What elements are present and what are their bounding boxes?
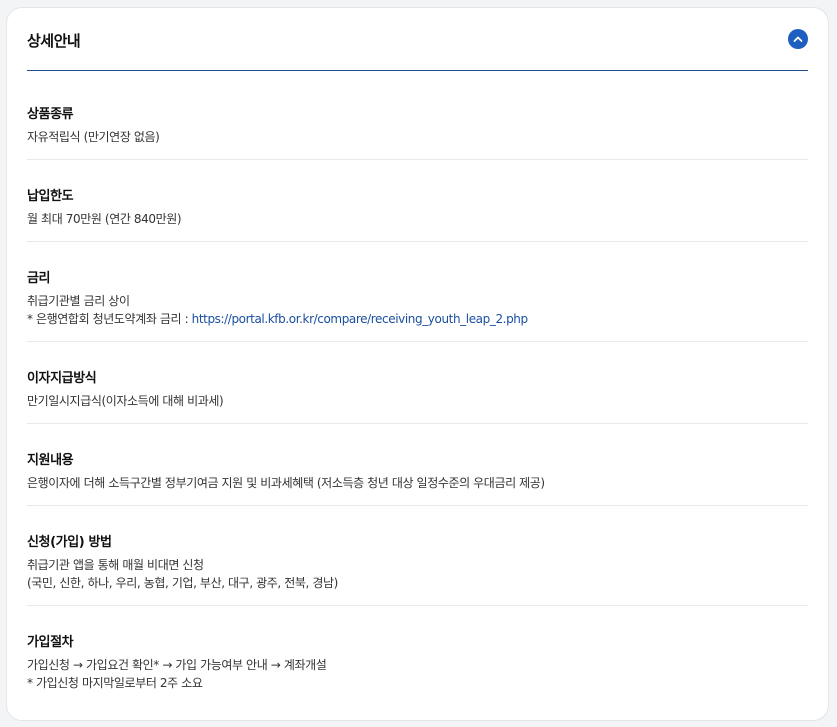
chevron-up-icon [793,36,803,42]
collapse-toggle-button[interactable] [788,29,808,49]
detail-sections: 상품종류 자유적립식 (만기연장 없음) 납입한도 월 최대 70만원 (연간 … [27,70,808,716]
section-text: 만기일시지급식(이자소득에 대해 비과세) [27,394,224,408]
detail-info-header: 상세안내 [27,8,808,71]
section-title: 지원내용 [27,453,74,468]
section-text: 가입신청 → 가입요건 확인* → 가입 가능여부 안내 → 계좌개설 [27,658,327,672]
section-title: 신청(가입) 방법 [27,535,112,550]
section-text: 월 최대 70만원 (연간 840만원) [27,212,182,226]
section-title: 상품종류 [27,107,74,122]
section-title: 이자지급방식 [27,371,97,386]
section-text: * 가입신청 마지막일로부터 2주 소요 [27,676,203,690]
section-application-method: 신청(가입) 방법 취급기관 앱을 통해 매월 비대면 신청 (국민, 신한, … [27,506,808,606]
section-payment-limit: 납입한도 월 최대 70만원 (연간 840만원) [27,160,808,242]
section-text: 취급기관 앱을 통해 매월 비대면 신청 [27,558,204,572]
section-support: 지원내용 은행이자에 더해 소득구간별 정부기여금 지원 및 비과세혜택 (저소… [27,424,808,506]
section-text: 은행이자에 더해 소득구간별 정부기여금 지원 및 비과세혜택 (저소득층 청년… [27,476,545,490]
section-text: 취급기관별 금리 상이 [27,294,130,308]
detail-info-card: 상세안내 상품종류 자유적립식 (만기연장 없음) 납입한도 월 최대 70만원… [6,7,829,721]
section-text: (국민, 신한, 하나, 우리, 농협, 기업, 부산, 대구, 광주, 전북,… [27,576,338,590]
section-text: 자유적립식 (만기연장 없음) [27,130,160,144]
section-product-type: 상품종류 자유적립식 (만기연장 없음) [27,70,808,160]
section-title: 납입한도 [27,189,74,204]
note-prefix: * 은행연합회 청년도약계좌 금리 : [27,312,192,326]
section-heading: 상세안내 [27,32,81,50]
section-note: * 은행연합회 청년도약계좌 금리 : https://portal.kfb.o… [27,310,528,328]
rate-comparison-link[interactable]: https://portal.kfb.or.kr/compare/receivi… [192,312,528,326]
section-title: 금리 [27,271,51,286]
section-title: 가입절차 [27,635,74,650]
section-interest-payment: 이자지급방식 만기일시지급식(이자소득에 대해 비과세) [27,342,808,424]
section-enrollment-process: 가입절차 가입신청 → 가입요건 확인* → 가입 가능여부 안내 → 계좌개설… [27,606,808,716]
section-interest-rate: 금리 취급기관별 금리 상이 * 은행연합회 청년도약계좌 금리 : https… [27,242,808,342]
